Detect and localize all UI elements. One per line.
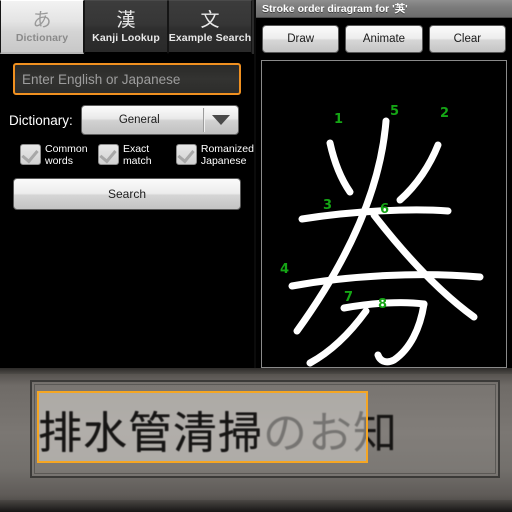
dictionary-panel: あ Dictionary 漢 Kanji Lookup 文 Example Se… bbox=[0, 0, 256, 368]
app-root: あ Dictionary 漢 Kanji Lookup 文 Example Se… bbox=[0, 0, 512, 512]
search-button[interactable]: Search bbox=[13, 178, 241, 210]
dictionary-row: Dictionary: General bbox=[0, 104, 254, 136]
chevron-down-glyph bbox=[211, 115, 230, 125]
tab-example-search[interactable]: 文 Example Search bbox=[168, 0, 252, 54]
check-icon bbox=[177, 145, 195, 164]
checkbox-common-words[interactable]: Common words bbox=[20, 143, 90, 167]
tab-dictionary[interactable]: あ Dictionary bbox=[0, 0, 84, 54]
tab-kanji-lookup[interactable]: 漢 Kanji Lookup bbox=[84, 0, 168, 54]
dialog-title-bar: Stroke order diragram for '芵' bbox=[256, 0, 512, 18]
checkbox-romanized-japanese-label: Romanized Japanese bbox=[200, 143, 254, 167]
stroke-number-3: 3 bbox=[323, 198, 332, 213]
clear-button[interactable]: Clear bbox=[428, 25, 506, 53]
draw-button[interactable]: Draw bbox=[262, 25, 340, 53]
stroke-number-1: 1 bbox=[334, 112, 343, 127]
tab-kanji-lookup-label: Kanji Lookup bbox=[92, 31, 160, 44]
search-input[interactable] bbox=[15, 71, 239, 87]
check-icon bbox=[99, 145, 117, 164]
chevron-down-icon[interactable] bbox=[204, 115, 238, 125]
stroke-number-5: 5 bbox=[390, 104, 399, 119]
tab-strip: あ Dictionary 漢 Kanji Lookup 文 Example Se… bbox=[0, 0, 254, 54]
stroke-number-2: 2 bbox=[440, 106, 449, 121]
stroke-number-6: 6 bbox=[380, 202, 389, 217]
search-options: Common words Exact match Romanized Japan… bbox=[0, 143, 254, 167]
tab-example-search-label: Example Search bbox=[168, 31, 252, 44]
dialog-button-row: Draw Animate Clear bbox=[256, 18, 512, 60]
checkbox-common-words-label: Common words bbox=[45, 143, 88, 167]
stroke-number-8: 8 bbox=[378, 297, 387, 312]
application-area: あ Dictionary 漢 Kanji Lookup 文 Example Se… bbox=[0, 0, 512, 368]
kanji-kan-icon: 漢 bbox=[116, 8, 136, 31]
stroke-number-4: 4 bbox=[280, 262, 289, 277]
tab-dictionary-label: Dictionary bbox=[15, 31, 69, 44]
dictionary-select[interactable]: General bbox=[80, 105, 239, 135]
checkbox-common-words-box[interactable] bbox=[20, 144, 41, 165]
dictionary-label: Dictionary: bbox=[9, 112, 73, 128]
photo-highlighted-text: 排水管清掃 bbox=[38, 408, 263, 459]
search-input-container[interactable] bbox=[13, 63, 241, 95]
photo-top-shadow bbox=[0, 368, 512, 374]
checkbox-exact-match-box[interactable] bbox=[97, 144, 119, 165]
checkbox-romanized-japanese[interactable]: Romanized Japanese bbox=[175, 143, 254, 167]
dialog-title-text: Stroke order diragram for '芵' bbox=[262, 3, 408, 15]
stroke-number-7: 7 bbox=[344, 290, 353, 305]
hiragana-a-icon: あ bbox=[32, 8, 52, 31]
checkbox-exact-match-label: Exact match bbox=[122, 143, 152, 167]
stroke-order-dialog: Stroke order diragram for '芵' Draw Anima… bbox=[256, 0, 512, 368]
dictionary-selected-value: General bbox=[118, 114, 160, 126]
check-icon bbox=[21, 145, 39, 164]
search-form: Dictionary: General Common wo bbox=[0, 54, 254, 210]
photo-bottom-shadow bbox=[0, 500, 512, 512]
animate-button[interactable]: Animate bbox=[345, 25, 423, 53]
camera-preview[interactable]: 排水管清掃のお知 排水管清掃 bbox=[0, 368, 512, 512]
kanji-bun-icon: 文 bbox=[200, 8, 220, 31]
checkbox-romanized-japanese-box[interactable] bbox=[175, 144, 197, 165]
stroke-order-drawing: 1 2 3 4 5 6 7 8 bbox=[262, 61, 506, 367]
stroke-order-canvas[interactable]: 1 2 3 4 5 6 7 8 bbox=[261, 60, 507, 368]
checkbox-exact-match[interactable]: Exact match bbox=[97, 143, 168, 167]
